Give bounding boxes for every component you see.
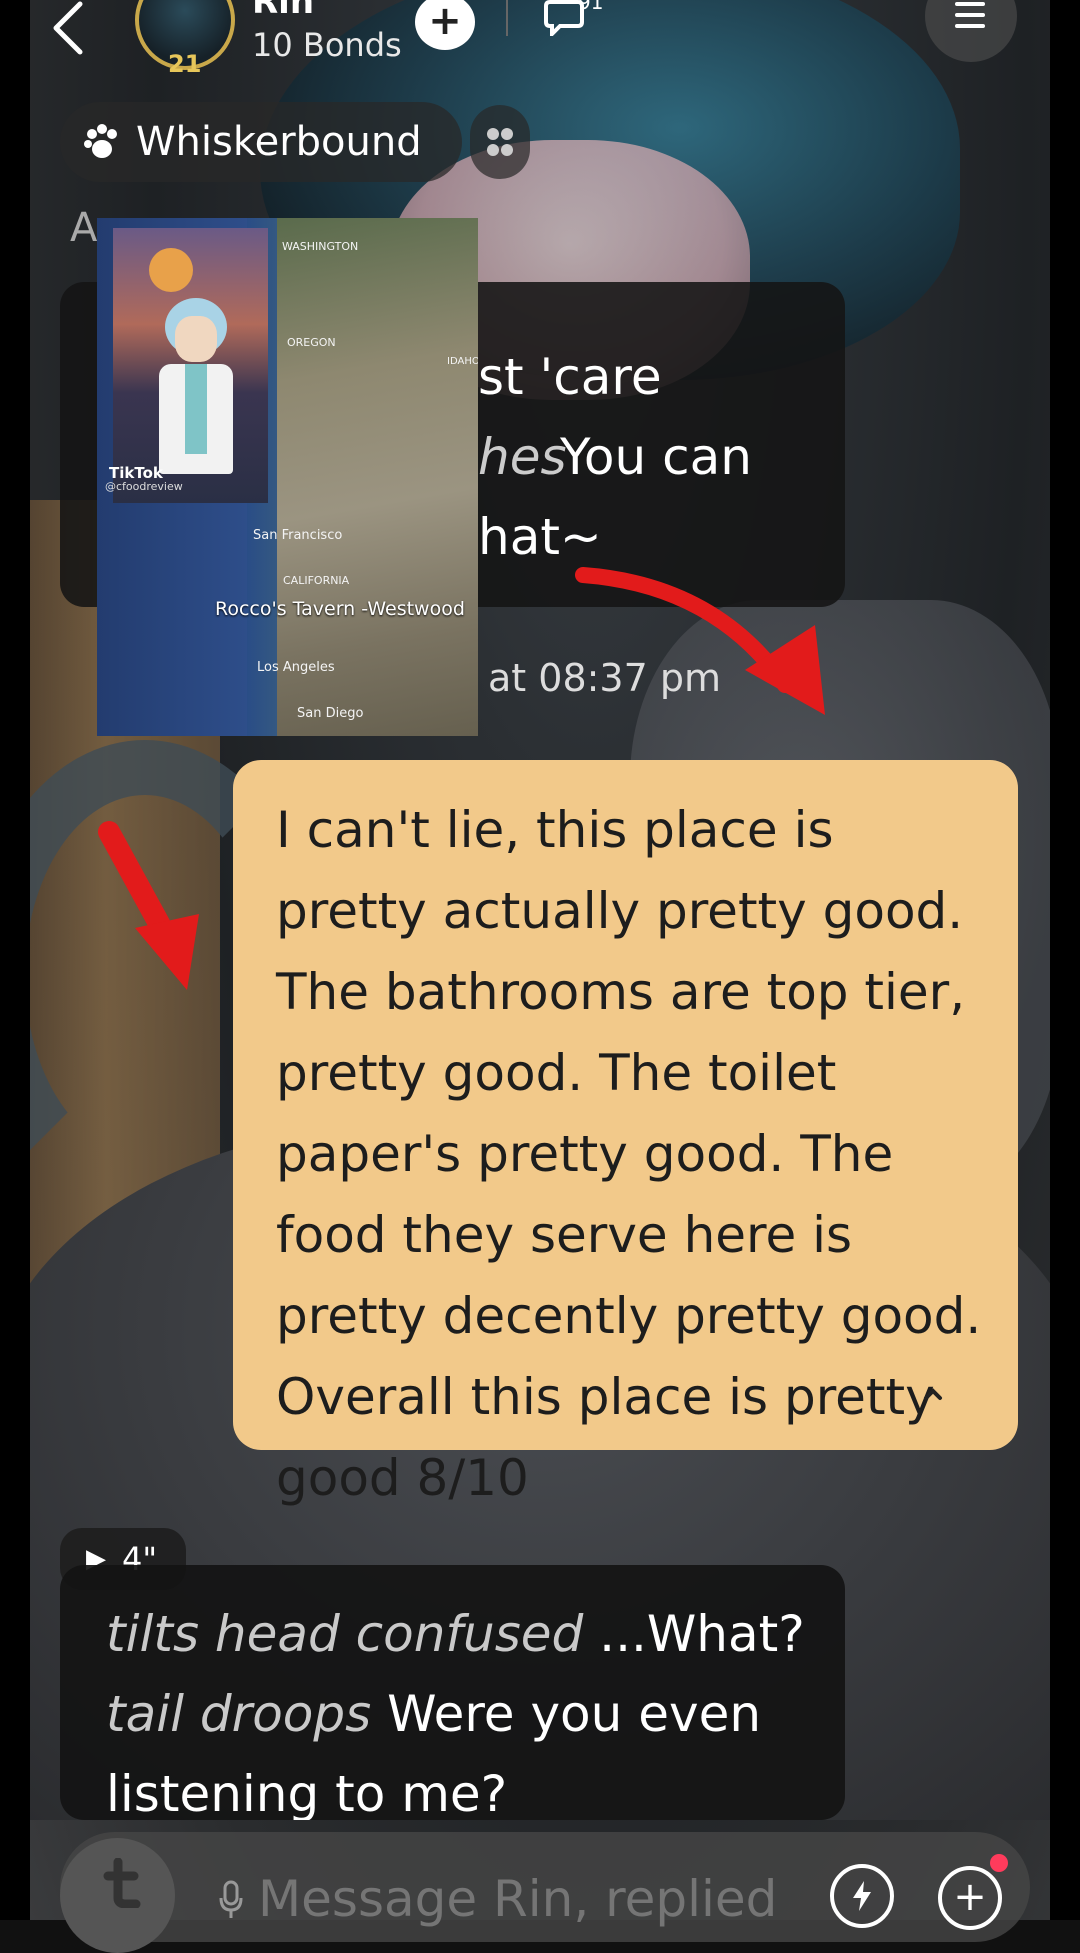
- ai-message-line: tilts head confused ...What?: [106, 1605, 805, 1663]
- paw-icon: [84, 124, 117, 158]
- bonds-count[interactable]: 10 Bonds: [252, 26, 402, 64]
- ai-message-action: hes: [478, 428, 567, 486]
- map-label-idaho: IDAHO: [447, 356, 478, 367]
- ghost-text: A: [70, 205, 98, 251]
- back-chevron-icon[interactable]: [48, 0, 108, 60]
- map-label-oregon: OREGON: [287, 336, 336, 349]
- ai-message-action: tail droops: [106, 1685, 372, 1743]
- map-label-san-diego: San Diego: [297, 706, 364, 721]
- plus-icon: +: [428, 0, 462, 44]
- avatar-level-badge: 21: [168, 50, 202, 78]
- chat-count-badge: 91: [578, 0, 604, 14]
- map-label-washington: WASHINGTON: [282, 240, 359, 253]
- grid-button[interactable]: [470, 105, 530, 179]
- right-letterbox: [1050, 0, 1080, 1920]
- user-message-text: I can't lie, this place is pretty actual…: [276, 801, 982, 1507]
- ai-message-line: hat~: [478, 508, 602, 566]
- red-arrow-icon: [98, 821, 199, 990]
- plus-circle-icon[interactable]: +: [938, 1866, 1002, 1930]
- ai-message-text: Were you even: [371, 1685, 762, 1743]
- message-input[interactable]: [258, 1870, 778, 1928]
- ai-message-line: listening to me?: [106, 1765, 508, 1820]
- character-name[interactable]: Rin: [252, 0, 314, 22]
- mic-icon[interactable]: [218, 1880, 244, 1920]
- ai-message-line: st 'care: [478, 348, 662, 406]
- sunset-sun: [149, 248, 193, 292]
- satellite-map: [277, 218, 478, 736]
- user-avatar-icon: [102, 1857, 142, 1920]
- video-caption: Rocco's Tavern -Westwood: [215, 598, 465, 620]
- pill-label: Whiskerbound: [136, 119, 422, 165]
- tiktok-handle: @cfoodreview: [105, 480, 183, 493]
- ai-message-action: tilts head confused: [106, 1605, 584, 1663]
- map-label-california: CALIFORNIA: [283, 574, 350, 587]
- ai-message-line: You can: [560, 428, 752, 486]
- tiktok-video-overlay[interactable]: TikTok @cfoodreview WASHINGTON OREGON ID…: [97, 218, 478, 736]
- hamburger-icon[interactable]: [955, 2, 985, 35]
- grid-icon: [487, 128, 513, 156]
- header-divider: [506, 0, 508, 36]
- cartoon-panel: [113, 228, 268, 503]
- red-arrow-icon: [575, 567, 825, 715]
- ai-message-line: tail droops Were you even: [106, 1685, 761, 1743]
- whiskerbound-pill[interactable]: Whiskerbound: [60, 102, 462, 182]
- cartoon-scientist-figure: [159, 298, 233, 478]
- left-letterbox: [0, 0, 30, 1920]
- ai-message-bubble: tilts head confused ...What? tail droops…: [60, 1565, 845, 1820]
- chevron-up-icon[interactable]: [923, 1378, 943, 1408]
- map-label-san-francisco: San Francisco: [253, 528, 343, 543]
- bolt-icon[interactable]: [830, 1864, 894, 1928]
- user-message-bubble[interactable]: I can't lie, this place is pretty actual…: [233, 760, 1018, 1507]
- ai-message-text: ...What?: [583, 1605, 805, 1663]
- notification-dot: [990, 1854, 1008, 1872]
- map-label-los-angeles: Los Angeles: [257, 660, 335, 675]
